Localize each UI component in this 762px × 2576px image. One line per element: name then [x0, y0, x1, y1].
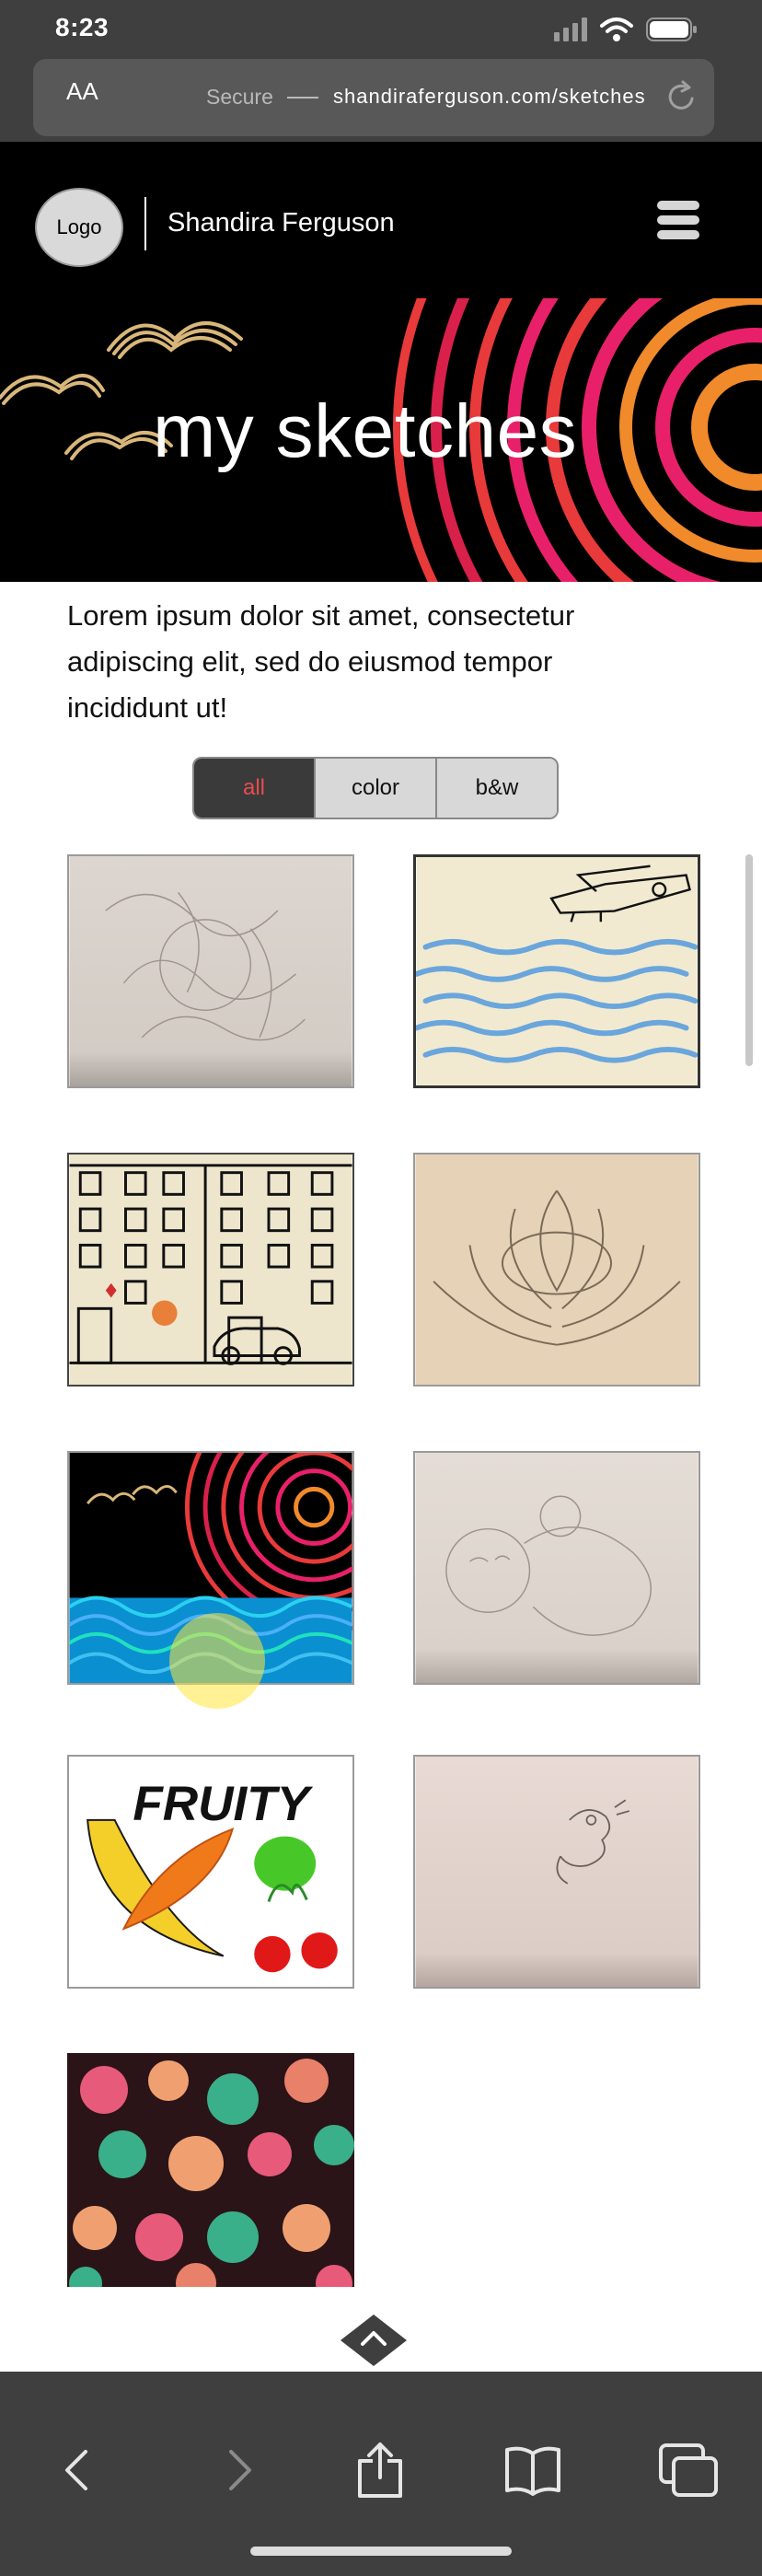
site-header: Logo Shandira Ferguson	[0, 142, 762, 298]
filter-all-button[interactable]: all	[194, 759, 314, 818]
gallery-item-plane-over-sea[interactable]	[413, 854, 700, 1088]
chevron-right-icon	[229, 2450, 251, 2490]
wifi-icon	[600, 17, 633, 41]
tabs-icon	[659, 2443, 718, 2497]
back-button[interactable]	[44, 2438, 109, 2502]
chevron-left-icon	[65, 2450, 87, 2490]
filter-color-button[interactable]: color	[314, 759, 435, 818]
site-name[interactable]: Shandira Ferguson	[167, 208, 395, 238]
fruity-thumbnail: FRUITY	[69, 1757, 352, 1987]
tabs-button[interactable]	[657, 2438, 722, 2502]
header-divider	[144, 197, 146, 250]
building-street-thumbnail	[69, 1155, 352, 1385]
gallery-item-building-street[interactable]	[67, 1153, 354, 1387]
gallery-item-baby-pencil[interactable]	[413, 1451, 700, 1685]
floral-pattern-thumbnail	[67, 2053, 354, 2287]
bird-pencil-thumbnail	[415, 1757, 698, 1987]
hero-banner: my sketches	[0, 298, 762, 582]
book-icon	[505, 2446, 560, 2496]
status-bar: 8:23	[0, 0, 762, 57]
scroll-to-top-icon[interactable]	[341, 2315, 407, 2366]
forward-button[interactable]	[208, 2438, 272, 2502]
share-button[interactable]	[348, 2438, 412, 2502]
secure-label: Secure	[206, 85, 273, 109]
intro-text: Lorem ipsum dolor sit amet, consectetur …	[67, 599, 575, 724]
page: 8:23 AA Secure shandiraferguson.com/sket…	[0, 0, 762, 2576]
bookmarks-button[interactable]	[501, 2438, 565, 2502]
url-text[interactable]: shandiraferguson.com/sketches	[333, 85, 646, 109]
secure-separator	[287, 97, 318, 99]
plane-over-sea-thumbnail	[416, 857, 698, 1085]
lotus-flower-thumbnail	[415, 1155, 698, 1385]
fruity-lettering: FRUITY	[133, 1777, 313, 1831]
status-time: 8:23	[55, 13, 110, 41]
text-size-button[interactable]: AA	[66, 77, 98, 106]
status-icons	[554, 17, 698, 42]
text-size-label: AA	[66, 77, 98, 105]
gallery-item-bird-pencil[interactable]	[413, 1755, 700, 1989]
share-icon	[358, 2443, 402, 2498]
filter-bw-button[interactable]: b&w	[435, 759, 557, 818]
gallery-item-floral-pattern[interactable]	[67, 2053, 354, 2287]
site-logo[interactable]: Logo	[35, 188, 123, 267]
touch-indicator	[169, 1613, 265, 1709]
cellular-signal-icon	[554, 17, 587, 41]
baby-pencil-thumbnail	[415, 1453, 698, 1683]
browser-address-area: AA Secure shandiraferguson.com/sketches	[0, 57, 762, 142]
gallery-scrollbar[interactable]	[745, 854, 753, 1066]
logo-label: Logo	[56, 215, 102, 238]
hero-title: my sketches	[153, 389, 578, 473]
filter-segmented-control: all color b&w	[192, 757, 559, 819]
gallery-item-pencil-swirl[interactable]	[67, 854, 354, 1088]
gallery-item-lotus-flower[interactable]	[413, 1153, 700, 1387]
pencil-swirl-thumbnail	[69, 856, 352, 1086]
home-indicator	[250, 2547, 512, 2556]
reload-icon[interactable]	[664, 79, 699, 114]
address-bar[interactable]: AA Secure shandiraferguson.com/sketches	[33, 59, 714, 136]
browser-toolbar	[0, 2372, 762, 2576]
battery-icon	[646, 17, 697, 41]
gallery-item-fruity[interactable]: FRUITY	[67, 1755, 354, 1989]
hamburger-menu-icon[interactable]	[657, 201, 701, 245]
